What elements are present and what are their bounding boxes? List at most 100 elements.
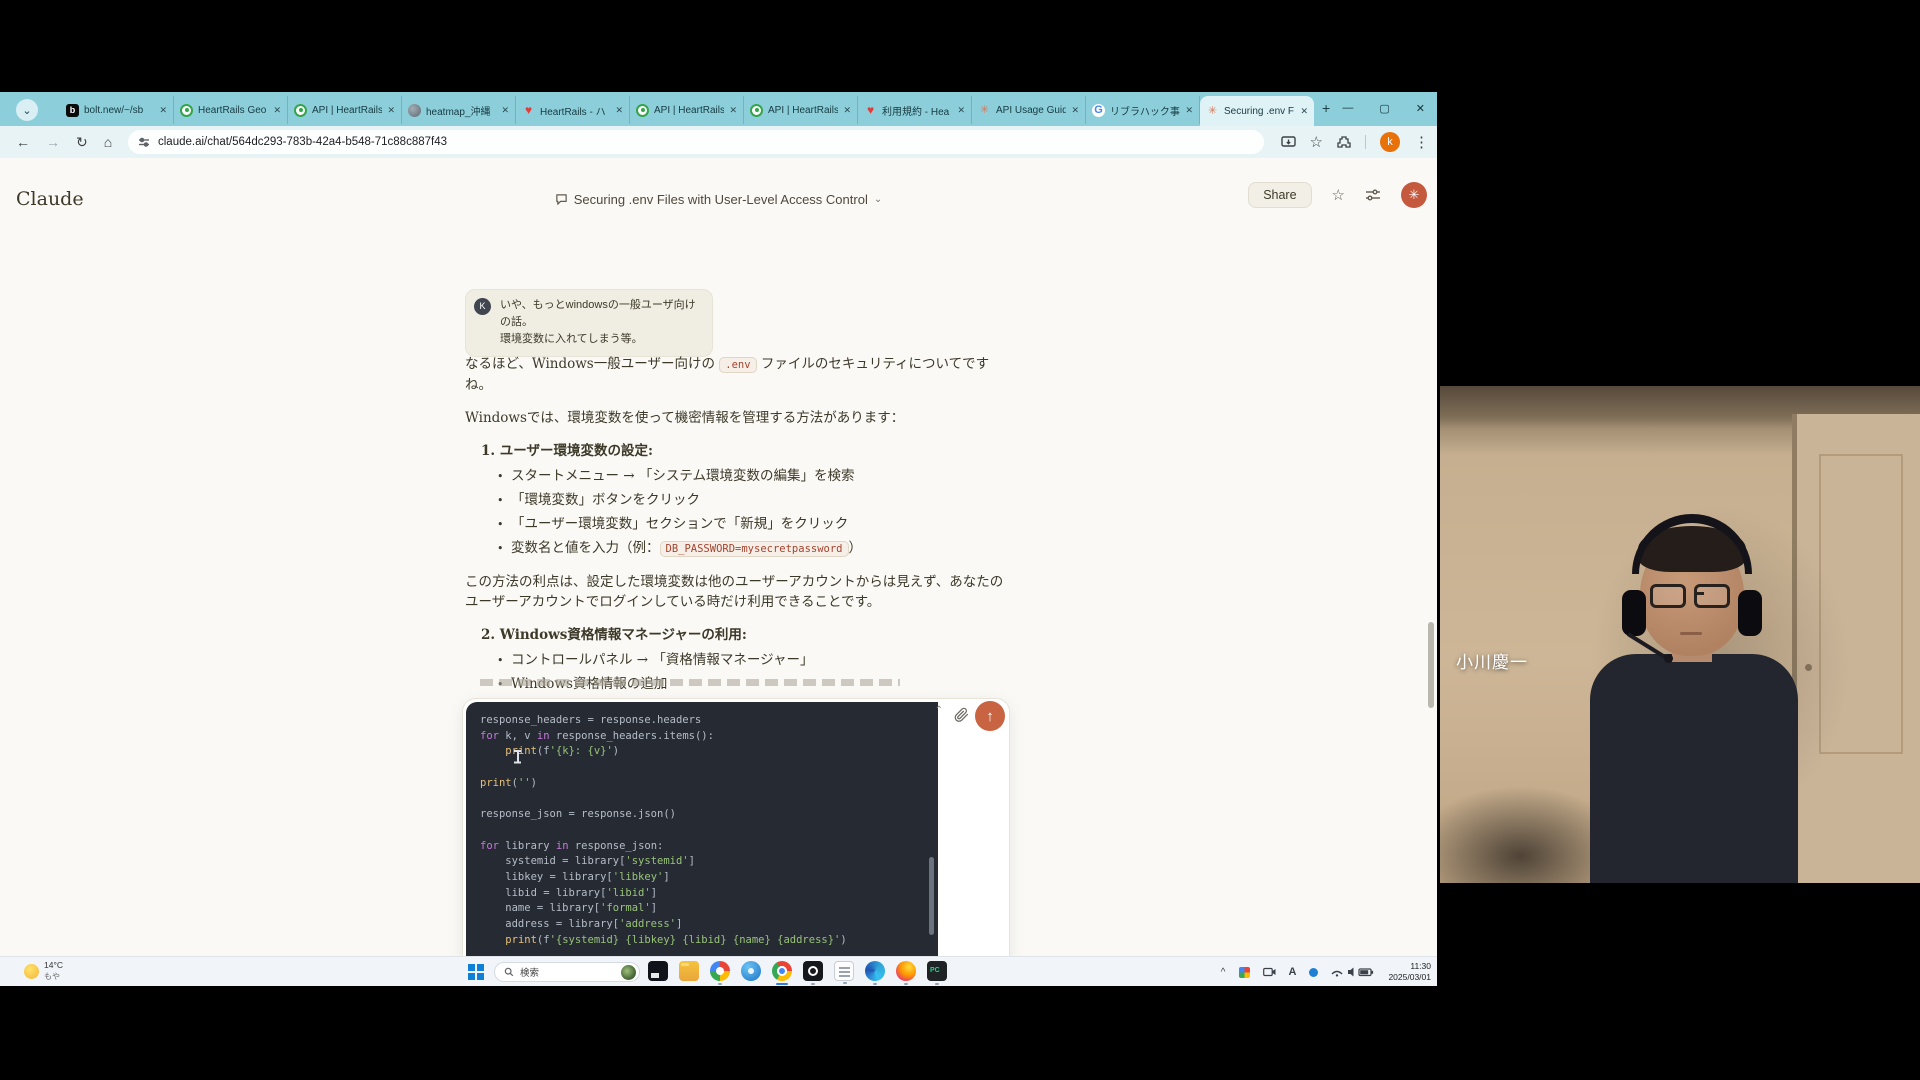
tab-close-icon[interactable]: ✕ bbox=[843, 105, 851, 116]
sliders-icon[interactable] bbox=[1365, 188, 1381, 202]
code-token: print bbox=[505, 934, 537, 946]
heart-favicon-icon: ♥ bbox=[864, 104, 877, 117]
page-scrollbar[interactable] bbox=[1428, 622, 1434, 708]
clipped-text-line bbox=[480, 679, 900, 686]
code-line: response_headers = response.headers bbox=[480, 713, 924, 729]
code-line: print(f'{systemid} {libkey} {libid} {nam… bbox=[480, 933, 924, 949]
bullet-item: 変数名と値を入力（例：DB_PASSWORD=mysecretpassword） bbox=[511, 540, 1005, 558]
text-run: なるほど、Windows一般ユーザー向けの bbox=[465, 356, 719, 372]
conversation-title: Securing .env Files with User-Level Acce… bbox=[574, 192, 868, 207]
app-icon-photos[interactable] bbox=[710, 961, 730, 981]
app-icon-file-explorer[interactable] bbox=[679, 961, 699, 981]
browser-tab[interactable]: API | HeartRails✕ bbox=[630, 96, 744, 124]
bookmark-star-icon[interactable]: ☆ bbox=[1310, 133, 1323, 151]
text-run: ） bbox=[849, 540, 863, 556]
composer-input[interactable]: response_headers = response.headers for k… bbox=[466, 702, 938, 956]
weather-widget[interactable]: 14°C もや bbox=[24, 960, 63, 982]
collapse-icon[interactable]: ⌃ bbox=[935, 705, 943, 716]
app-icon-teams[interactable] bbox=[741, 961, 761, 981]
send-button[interactable]: ↑ bbox=[975, 701, 1005, 731]
url-text: claude.ai/chat/564dc293-783b-42a4-b548-7… bbox=[158, 136, 447, 148]
new-tab-button[interactable]: + bbox=[1322, 100, 1330, 116]
forward-button[interactable]: → bbox=[46, 134, 60, 150]
tab-close-icon[interactable]: ✕ bbox=[729, 105, 737, 116]
maximize-button[interactable]: ▢ bbox=[1379, 102, 1389, 115]
share-button[interactable]: Share bbox=[1248, 182, 1311, 208]
app-icon-firefox[interactable] bbox=[896, 961, 916, 981]
claude-account-avatar[interactable]: ✳ bbox=[1401, 182, 1427, 208]
list-heading: 2. Windows資格情報マネージャーの利用: bbox=[465, 625, 1005, 645]
taskbar-search[interactable]: 検索 bbox=[494, 962, 640, 982]
rails-favicon-icon bbox=[750, 104, 763, 117]
browser-tab[interactable]: Gリブラハック事件✕ bbox=[1086, 96, 1200, 124]
code-token: response_headers = response.headers bbox=[480, 714, 701, 726]
code-line bbox=[480, 792, 924, 808]
code-token: response_json = response.json() bbox=[480, 808, 676, 820]
text-run: Windowsでは、環境変数を使って機密情報を管理する方法があります： bbox=[465, 410, 904, 426]
browser-tab[interactable]: API | HeartRails✕ bbox=[288, 96, 402, 124]
ime-indicator[interactable]: A bbox=[1289, 966, 1297, 978]
google-favicon-icon: G bbox=[1092, 104, 1105, 117]
profile-avatar[interactable]: k bbox=[1380, 132, 1400, 152]
app-icon-edge[interactable] bbox=[865, 961, 885, 981]
chat-bubble-icon bbox=[555, 193, 568, 206]
code-token: '{systemid} {libkey} {libid} {name} {add… bbox=[550, 934, 841, 946]
user-message-line: 環境変数に入れてしまう等。 bbox=[500, 331, 702, 348]
home-button[interactable]: ⌂ bbox=[104, 134, 112, 150]
browser-tab[interactable]: bbolt.new/~/sb✕ bbox=[60, 96, 174, 124]
tab-label: HeartRails - ハ bbox=[540, 103, 610, 118]
browser-tab[interactable]: heatmap_沖縄✕ bbox=[402, 96, 516, 124]
close-button[interactable]: ✕ bbox=[1416, 102, 1425, 115]
paragraph: Windowsでは、環境変数を使って機密情報を管理する方法があります： bbox=[465, 408, 1005, 428]
tab-search-button[interactable]: ⌄ bbox=[16, 99, 38, 121]
tab-close-icon[interactable]: ✕ bbox=[957, 105, 965, 116]
app-icon-chrome[interactable] bbox=[772, 961, 792, 981]
network-volume-battery-icons[interactable] bbox=[1331, 966, 1375, 978]
tray-app-icon[interactable] bbox=[1239, 967, 1250, 978]
tab-close-icon[interactable]: ✕ bbox=[1185, 105, 1193, 116]
app-icon-github[interactable] bbox=[803, 961, 823, 981]
back-button[interactable]: ← bbox=[16, 134, 30, 150]
taskbar-clock[interactable]: 11:30 2025/03/01 bbox=[1388, 961, 1431, 983]
more-menu-icon[interactable]: ⋮ bbox=[1414, 133, 1429, 151]
browser-tab[interactable]: ✳Securing .env F✕ bbox=[1200, 96, 1314, 126]
app-icon-notepad[interactable] bbox=[834, 961, 854, 981]
app-icon-widgets[interactable] bbox=[648, 961, 668, 981]
paperclip-icon[interactable] bbox=[954, 707, 969, 723]
reload-button[interactable]: ↻ bbox=[76, 134, 88, 151]
tab-close-icon[interactable]: ✕ bbox=[501, 105, 509, 116]
text-run: 2. Windows資格情報マネージャーの利用: bbox=[481, 627, 747, 643]
tab-close-icon[interactable]: ✕ bbox=[1071, 105, 1079, 116]
composer-scrollbar[interactable] bbox=[929, 857, 934, 935]
code-token: 'address' bbox=[619, 918, 676, 930]
extensions-icon[interactable] bbox=[1337, 135, 1351, 149]
minimize-button[interactable]: — bbox=[1342, 102, 1353, 114]
browser-tab[interactable]: ✳API Usage Guid✕ bbox=[972, 96, 1086, 124]
code-line bbox=[480, 760, 924, 776]
start-button[interactable] bbox=[468, 964, 484, 980]
install-icon[interactable] bbox=[1281, 136, 1296, 149]
tab-close-icon[interactable]: ✕ bbox=[273, 105, 281, 116]
camera-icon[interactable] bbox=[1263, 967, 1276, 977]
app-icon-pycharm[interactable]: PC bbox=[927, 961, 947, 981]
divider bbox=[1365, 135, 1366, 149]
message-composer[interactable]: response_headers = response.headers for k… bbox=[462, 698, 1010, 956]
tab-close-icon[interactable]: ✕ bbox=[615, 105, 623, 116]
browser-tab[interactable]: ♥利用規約 - Hea✕ bbox=[858, 96, 972, 124]
browser-tab[interactable]: API | HeartRails✕ bbox=[744, 96, 858, 124]
address-bar[interactable]: claude.ai/chat/564dc293-783b-42a4-b548-7… bbox=[128, 130, 1264, 154]
code-line: print(f'{k}: {v}') bbox=[480, 744, 924, 760]
conversation-title-bar[interactable]: Securing .env Files with User-Level Acce… bbox=[0, 192, 1437, 207]
tab-close-icon[interactable]: ✕ bbox=[387, 105, 395, 116]
browser-tab[interactable]: HeartRails Geo✕ bbox=[174, 96, 288, 124]
tab-close-icon[interactable]: ✕ bbox=[1300, 106, 1308, 117]
tray-status-icon[interactable] bbox=[1309, 968, 1318, 977]
browser-tab[interactable]: ♥HeartRails - ハ✕ bbox=[516, 96, 630, 124]
code-line: for k, v in response_headers.items(): bbox=[480, 729, 924, 745]
tray-chevron-icon[interactable]: ^ bbox=[1221, 967, 1226, 978]
star-icon[interactable]: ☆ bbox=[1332, 186, 1345, 204]
code-token: response_json: bbox=[569, 840, 664, 852]
code-line: address = library['address'] bbox=[480, 917, 924, 933]
tab-label: Securing .env F bbox=[1224, 106, 1295, 117]
tab-close-icon[interactable]: ✕ bbox=[159, 105, 167, 116]
